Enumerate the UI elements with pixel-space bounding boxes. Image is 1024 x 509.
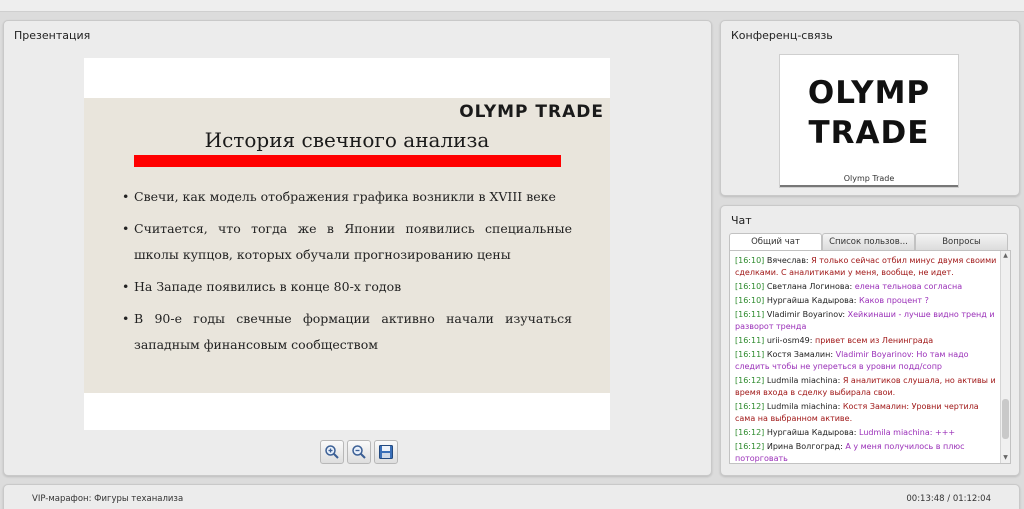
slide-accent-bar [134, 155, 561, 167]
chat-tabs: Общий чат Список пользов... Вопросы [729, 233, 1008, 251]
chat-message: [16:12] Ludmila miachina: Я аналитиков с… [735, 375, 997, 399]
footer-bar: VIP-марафон: Фигуры теханализа 00:13:48 … [3, 484, 1020, 509]
message-time: [16:12] [735, 442, 765, 451]
message-text: Каков процент ? [859, 296, 929, 305]
slide-bullet-list: Свечи, как модель отображения графика во… [122, 184, 572, 364]
scroll-thumb[interactable] [1002, 399, 1009, 439]
slide-controls [320, 440, 398, 464]
slide-bullet: Свечи, как модель отображения графика во… [122, 184, 572, 210]
tab-questions[interactable]: Вопросы [915, 233, 1008, 251]
zoom-out-button[interactable] [347, 440, 371, 464]
message-time: [16:10] [735, 296, 765, 305]
message-text: привет всем из Ленинграда [814, 336, 934, 345]
message-author: Светлана Логинова: [766, 282, 853, 291]
message-author: urii-osm49: [766, 336, 813, 345]
chat-title: Чат [731, 214, 752, 227]
zoom-in-icon [325, 445, 339, 459]
participant-name: Olymp Trade [843, 174, 895, 183]
tab-user-list[interactable]: Список пользов... [822, 233, 915, 251]
message-time: [16:12] [735, 376, 765, 385]
save-icon [379, 445, 393, 459]
chat-message: [16:12] Ирина Волгоград: А у меня получи… [735, 441, 997, 463]
message-time: [16:10] [735, 282, 765, 291]
tab-general-chat[interactable]: Общий чат [729, 233, 822, 251]
chat-message: [16:10] Вячеслав: Я только сейчас отбил … [735, 255, 997, 279]
message-time: [16:12] [735, 428, 765, 437]
chat-message: [16:11] Vladimir Boyarinov: Хейкинаши - … [735, 309, 997, 333]
video-level-bar [780, 185, 958, 187]
message-time: [16:11] [735, 310, 765, 319]
message-text: Ludmila miachina: +++ [859, 428, 956, 437]
save-button[interactable] [374, 440, 398, 464]
chat-message: [16:12] Ludmila miachina: Костя Замалин:… [735, 401, 997, 425]
video-tile[interactable]: OLYMP TRADE Olymp Trade [779, 54, 959, 188]
conference-panel: Конференц-связь OLYMP TRADE Olymp Trade [720, 20, 1020, 196]
slide-bullet: На Западе появились в конце 80-х годов [122, 274, 572, 300]
presentation-title: Презентация [14, 29, 91, 42]
slide-logo: OLYMP TRADE [459, 102, 604, 122]
chat-message: [16:12] Нургайша Кадырова: Ludmila miach… [735, 427, 997, 439]
chat-messages[interactable]: [16:10] Вячеслав: Я только сейчас отбил … [729, 250, 1011, 464]
message-time: [16:12] [735, 402, 765, 411]
video-logo-line2: TRADE [808, 115, 930, 151]
message-author: Ludmila miachina: [766, 376, 841, 385]
chat-message: [16:11] Костя Замалин: Vladimir Boyarino… [735, 349, 997, 373]
message-list: [16:10] Вячеслав: Я только сейчас отбил … [735, 255, 997, 463]
slide-content: OLYMP TRADE История свечного анализа Све… [84, 98, 610, 393]
slide-bullet: В 90-е годы свечные формации активно нач… [122, 306, 572, 358]
slide: OLYMP TRADE История свечного анализа Све… [84, 58, 610, 430]
message-time: [16:11] [735, 350, 765, 359]
scroll-down-icon[interactable]: ▼ [1002, 454, 1009, 462]
message-time: [16:10] [735, 256, 765, 265]
message-author: Ludmila miachina: [766, 402, 841, 411]
chat-panel: Чат Общий чат Список пользов... Вопросы … [720, 205, 1020, 476]
zoom-out-icon [352, 445, 366, 459]
message-author: Vladimir Boyarinov: [766, 310, 846, 319]
video-logo-line1: OLYMP [807, 75, 931, 111]
conference-title: Конференц-связь [731, 29, 833, 42]
message-author: Костя Замалин: [766, 350, 834, 359]
slide-heading: История свечного анализа [204, 128, 490, 152]
message-time: [16:11] [735, 336, 765, 345]
chat-message: [16:10] Нургайша Кадырова: Каков процент… [735, 295, 997, 307]
scroll-up-icon[interactable]: ▲ [1002, 252, 1009, 260]
playback-time: 00:13:48 / 01:12:04 [906, 494, 991, 504]
message-text: елена тельнова согласна [854, 282, 963, 291]
event-title: VIP-марафон: Фигуры теханализа [32, 494, 184, 504]
video-logo: OLYMP TRADE [780, 73, 958, 153]
chat-message: [16:10] Светлана Логинова: елена тельнов… [735, 281, 997, 293]
presentation-panel: Презентация OLYMP TRADE История свечного… [3, 20, 712, 476]
chat-scrollbar[interactable]: ▲ ▼ [1000, 251, 1010, 463]
message-author: Нургайша Кадырова: [766, 428, 857, 437]
chat-message: [16:11] urii-osm49: привет всем из Ленин… [735, 335, 997, 347]
top-bar [0, 0, 1024, 12]
message-author: Нургайша Кадырова: [766, 296, 857, 305]
message-author: Вячеслав: [766, 256, 809, 265]
slide-bullet: Считается, что тогда же в Японии появили… [122, 216, 572, 268]
zoom-in-button[interactable] [320, 440, 344, 464]
message-author: Ирина Волгоград: [766, 442, 843, 451]
